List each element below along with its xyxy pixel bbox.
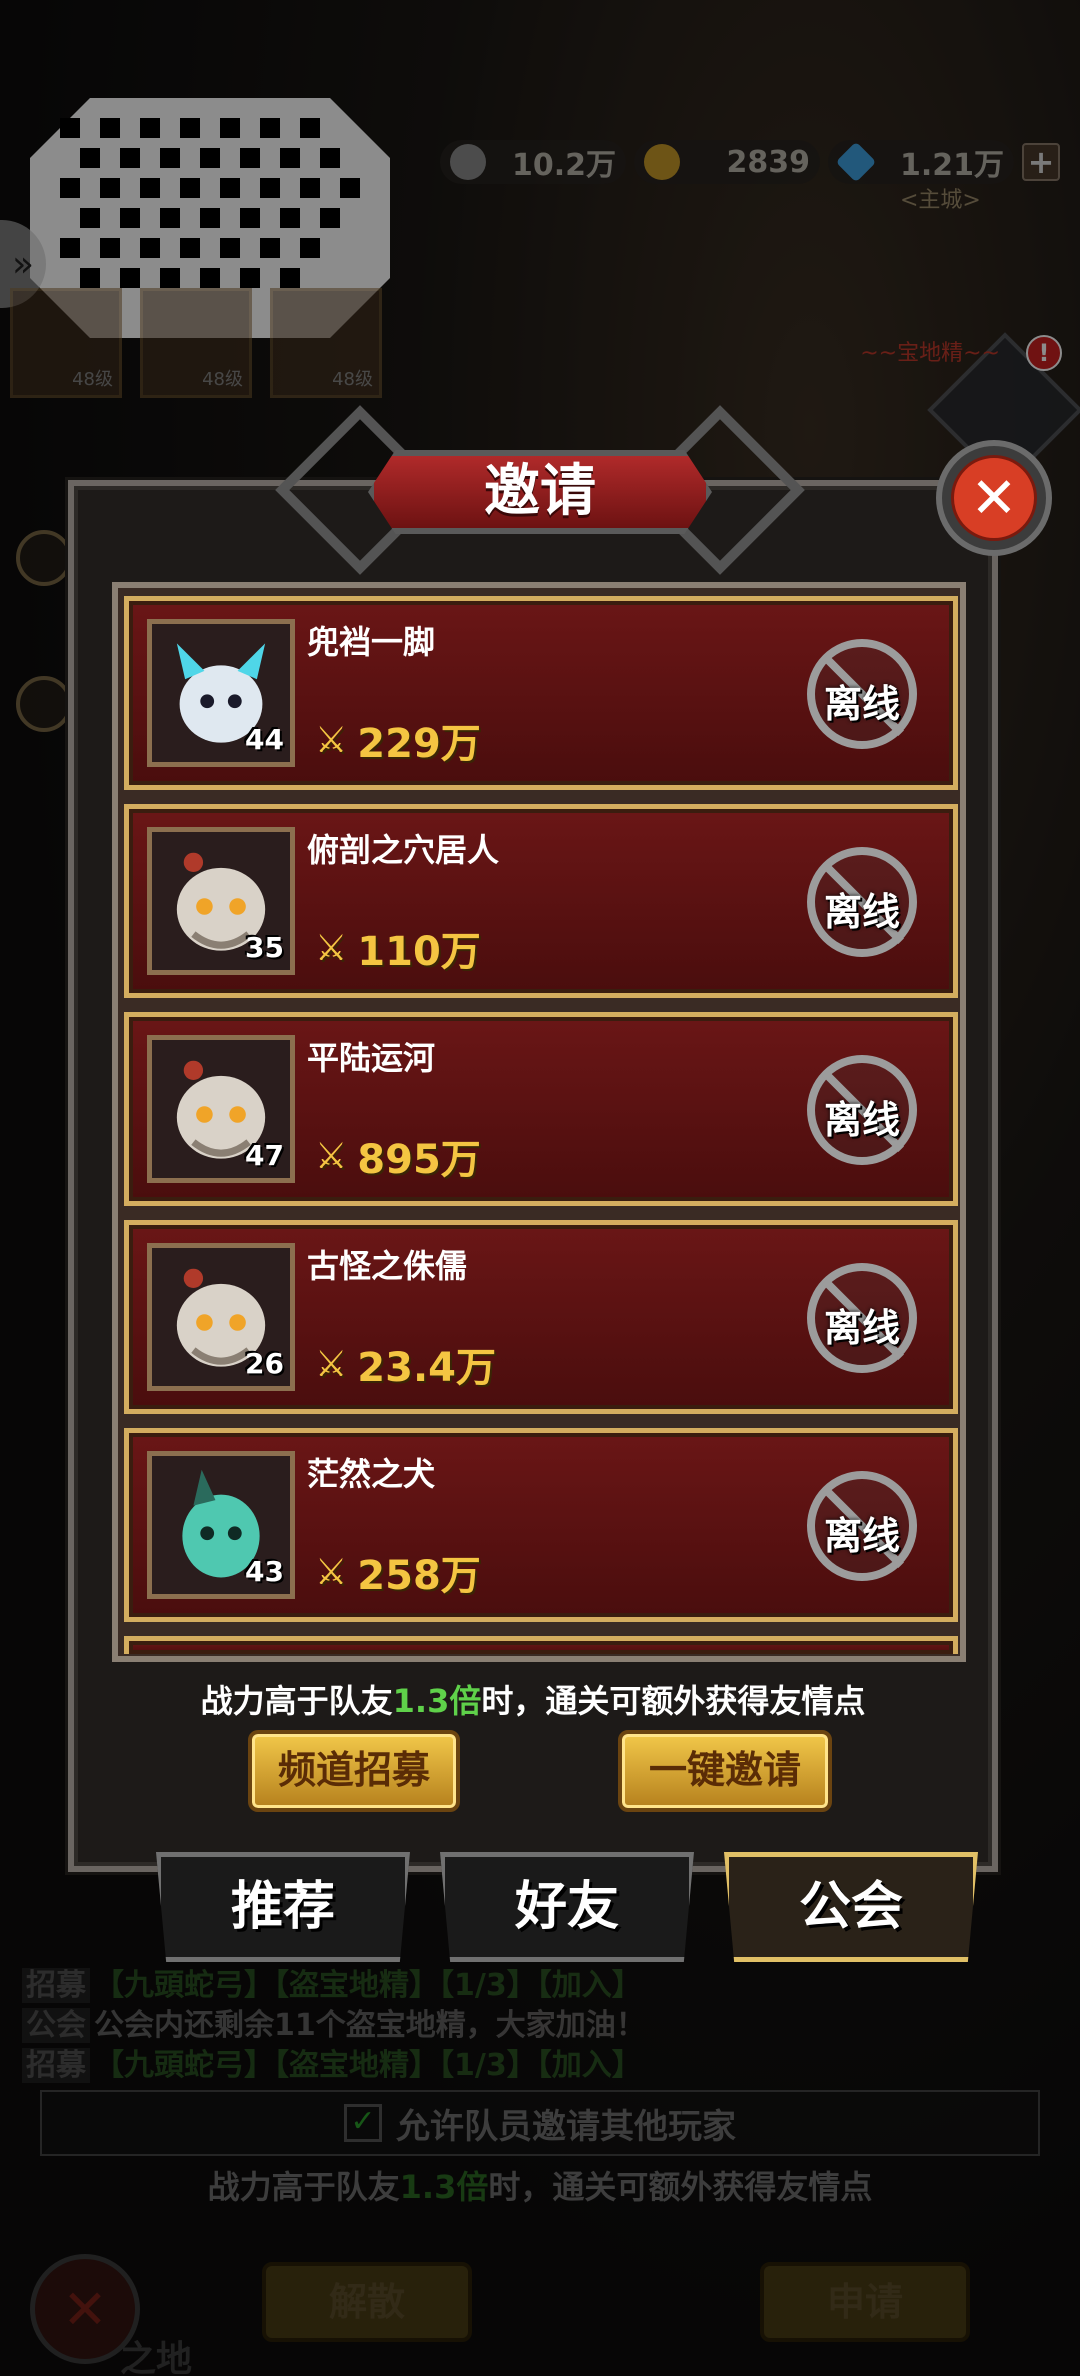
power-value: 110万 [357,929,481,975]
crossed-swords-icon: ⚔ [315,1135,348,1177]
invite-tabs: 推荐 好友 公会 [156,1852,978,1962]
tab-friends[interactable]: 好友 [440,1852,694,1962]
player-row[interactable]: 44 兜裆一脚 ⚔ 229万 离线 [124,596,958,790]
player-avatar: 43 [147,1451,295,1599]
power-value: 23.4万 [357,1345,496,1391]
invite-all-button[interactable]: 一键邀请 [618,1730,832,1812]
power-value: 895万 [357,1137,481,1183]
bonus-tip: 战力高于队友1.3倍时，通关可额外获得友情点 [68,1676,998,1722]
player-level: 35 [245,931,284,964]
offline-badge: 离线 [807,1471,917,1581]
player-power: ⚔ 258万 [315,1543,481,1601]
player-name: 俯剖之穴居人 [307,831,500,869]
player-row[interactable]: 47 平陆运河 ⚔ 895万 离线 [124,1012,958,1206]
channel-recruit-button[interactable]: 频道招募 [248,1730,460,1812]
power-value: 258万 [357,1553,481,1599]
offline-badge: 离线 [807,1055,917,1165]
close-icon: ✕ [951,455,1037,541]
player-avatar: 26 [147,1243,295,1391]
offline-badge: 离线 [807,847,917,957]
player-row[interactable]: 43 茫然之犬 ⚔ 258万 离线 [124,1428,958,1622]
player-power: ⚔ 110万 [315,919,481,977]
crossed-swords-icon: ⚔ [315,927,348,969]
tip-text: 时，通关可额外获得友情点 [481,1682,866,1720]
crossed-swords-icon: ⚔ [315,1343,348,1385]
offline-label: 离线 [823,1514,900,1558]
crossed-swords-icon: ⚔ [315,719,348,761]
offline-badge: 离线 [807,639,917,749]
offline-label: 离线 [823,1098,900,1142]
player-row-partial [124,1636,958,1654]
offline-label: 离线 [823,1306,900,1350]
tip-highlight: 1.3倍 [392,1682,482,1720]
offline-label: 离线 [823,890,900,934]
player-name: 古怪之侏儒 [307,1247,468,1285]
player-power: ⚔ 895万 [315,1127,481,1185]
player-name: 兜裆一脚 [307,623,436,661]
player-level: 47 [245,1139,284,1172]
player-row[interactable]: 35 俯剖之穴居人 ⚔ 110万 离线 [124,804,958,998]
tab-recommended[interactable]: 推荐 [156,1852,410,1962]
tab-guild[interactable]: 公会 [724,1852,978,1962]
player-name: 平陆运河 [307,1039,436,1077]
offline-badge: 离线 [807,1263,917,1373]
dialog-title: 邀请 [484,459,596,524]
close-dialog-button[interactable]: ✕ [936,440,1052,556]
player-list: 44 兜裆一脚 ⚔ 229万 离线 35 俯剖之穴居人 ⚔ 110万 离线 47… [124,596,958,1668]
player-name: 茫然之犬 [307,1455,436,1493]
tip-text: 战力高于队友 [200,1682,393,1720]
player-power: ⚔ 229万 [315,711,481,769]
dialog-title-frame: 邀请 [275,405,805,575]
player-row[interactable]: 26 古怪之侏儒 ⚔ 23.4万 离线 [124,1220,958,1414]
player-level: 26 [245,1347,284,1380]
player-avatar: 35 [147,827,295,975]
player-power: ⚔ 23.4万 [315,1335,496,1393]
player-level: 44 [245,723,284,756]
player-avatar: 47 [147,1035,295,1183]
player-level: 43 [245,1555,284,1588]
power-value: 229万 [357,721,481,767]
offline-label: 离线 [823,682,900,726]
player-avatar: 44 [147,619,295,767]
crossed-swords-icon: ⚔ [315,1551,348,1593]
